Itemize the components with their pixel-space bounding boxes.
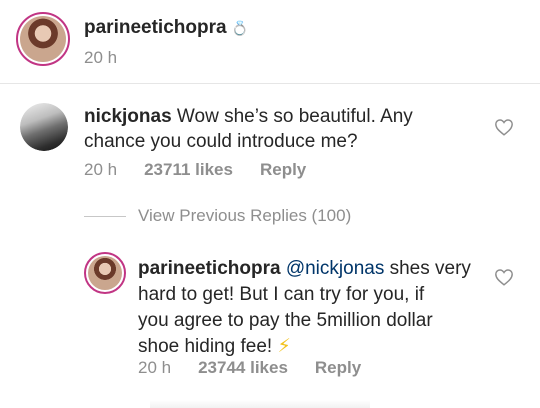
view-previous-label[interactable]: View Previous Replies (100) [138,206,351,226]
commenter-username[interactable]: nickjonas [84,106,172,127]
reply-meta: 20 h 23744 likes Reply [138,358,361,378]
reply-reply-button[interactable]: Reply [315,358,361,378]
view-previous-replies[interactable]: View Previous Replies (100) [84,206,351,226]
post-author-avatar[interactable] [16,12,70,66]
comment-likes[interactable]: 23711 likes [144,160,233,180]
reply-body: parineetichopra @nickjonas shes very har… [138,256,488,360]
comment-time: 20 h [84,160,118,179]
divider-line [84,215,126,217]
comment-body: nickjonas Wow she’s so beautiful. Any ch… [84,104,484,154]
ring-emoji: 💍 [231,20,249,36]
reply-text-line2: hard to get! But I can try for you, if [138,284,425,305]
commenter-avatar[interactable] [20,103,68,151]
reply-text-line3: you agree to pay the 5million dollar [138,310,433,331]
reply-author-avatar[interactable] [84,252,126,294]
lightning-emoji: ⚡ [277,336,291,357]
post-header: parineetichopra 💍 20 h [0,0,540,84]
comment-text-line2: chance you could introduce me? [84,131,358,152]
cut-off-content [150,400,370,408]
reply-like-heart-icon[interactable] [494,268,514,286]
comment-reply-button[interactable]: Reply [260,160,306,180]
reply-text-line4: shoe hiding fee! [138,336,278,357]
reply-text-line1: shes very [384,258,471,279]
reply-mention[interactable]: @nickjonas [281,258,385,279]
reply-time: 20 h [138,358,172,377]
post-author-username[interactable]: parineetichopra [84,17,227,38]
like-heart-icon[interactable] [494,118,514,136]
reply-likes[interactable]: 23744 likes [198,358,288,378]
post-time: 20 h [84,48,118,67]
reply-author-username[interactable]: parineetichopra [138,258,281,279]
comment-text: Wow she’s so beautiful. Any [171,106,413,127]
comment-meta: 20 h 23711 likes Reply [84,160,306,180]
